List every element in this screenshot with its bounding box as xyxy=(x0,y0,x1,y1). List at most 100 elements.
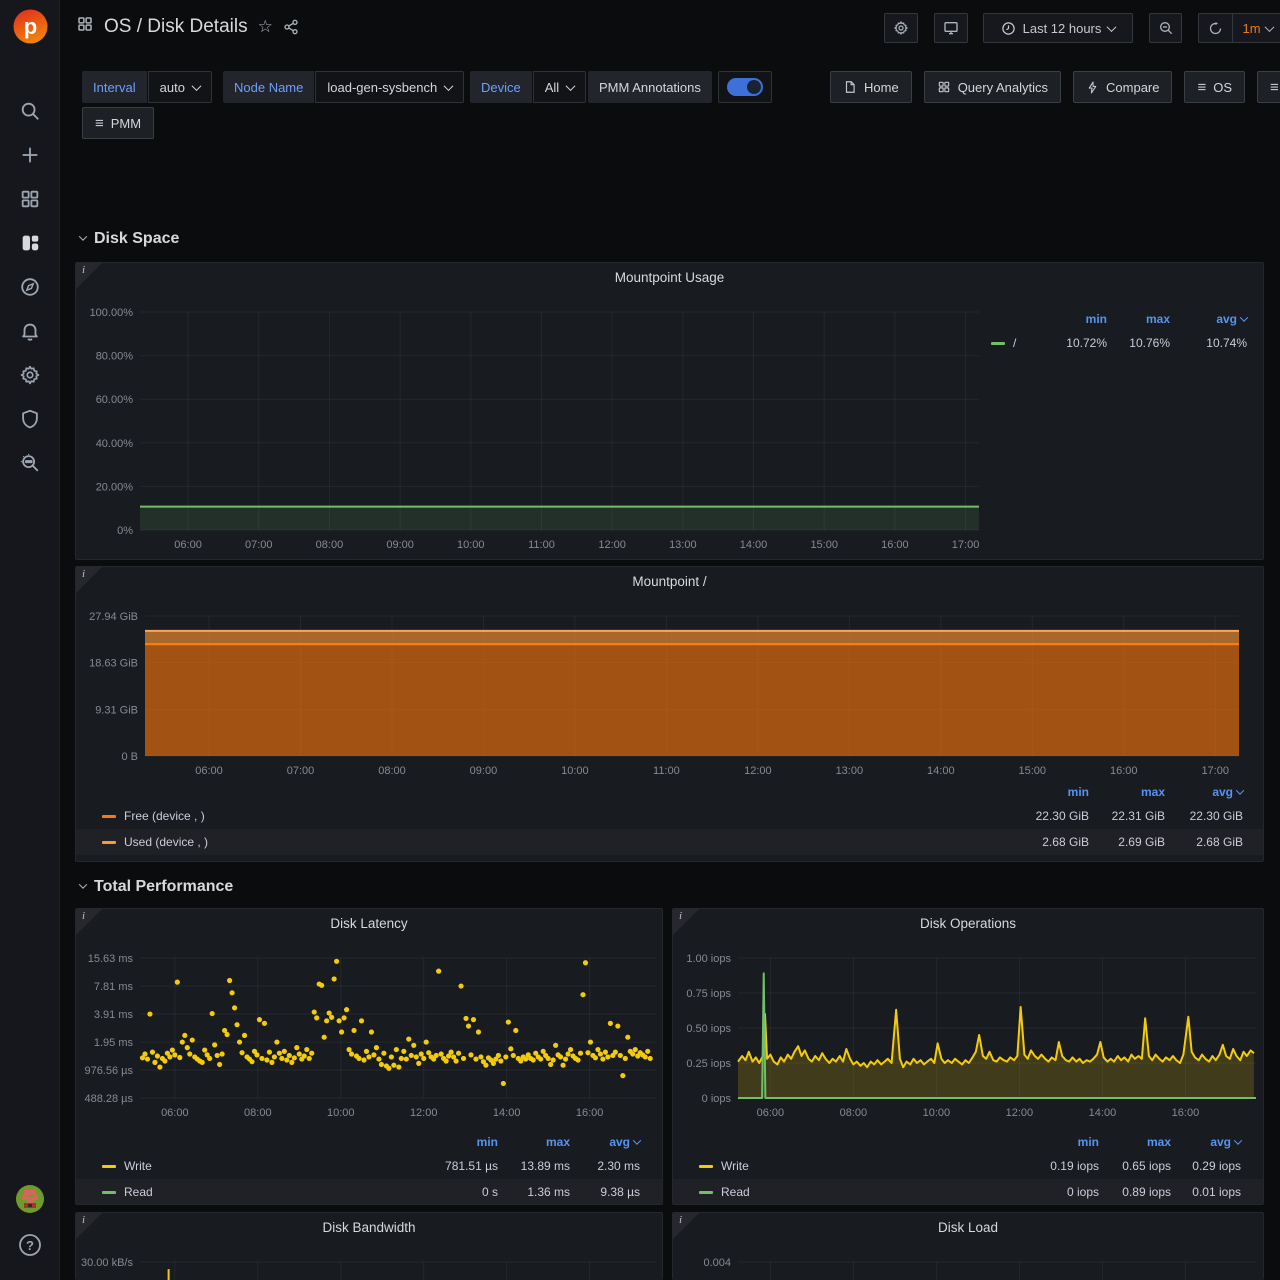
link-home[interactable]: Home xyxy=(830,71,912,103)
search-icon[interactable] xyxy=(19,100,41,122)
svg-text:14:00: 14:00 xyxy=(1089,1107,1117,1119)
page-title[interactable]: OS / Disk Details xyxy=(104,16,248,38)
percona-logo[interactable]: p xyxy=(12,8,49,45)
panel-disk-operations: i Disk Operations 1.00 iops0.75 iops0.50… xyxy=(672,908,1264,1205)
avatar[interactable] xyxy=(15,1184,45,1214)
star-icon[interactable]: ☆ xyxy=(258,18,273,35)
device-filter: Device All xyxy=(470,71,586,103)
time-range-picker[interactable]: Last 12 hours xyxy=(983,13,1133,43)
svg-text:40.00%: 40.00% xyxy=(96,438,134,450)
new-plus-icon[interactable] xyxy=(19,144,41,166)
chart-canvas[interactable]: 100.00%80.00%60.00%40.00%20.00%0%06:0007… xyxy=(76,263,996,560)
svg-text:488.28 µs: 488.28 µs xyxy=(84,1093,133,1105)
link-home-label: Home xyxy=(864,80,899,95)
svg-text:20.00%: 20.00% xyxy=(96,481,134,493)
svg-text:1.00 iops: 1.00 iops xyxy=(686,953,731,965)
legend-series[interactable]: Used (device , ) xyxy=(102,835,999,849)
query-analytics-icon[interactable] xyxy=(19,452,41,474)
legend-col-min[interactable]: min xyxy=(1021,1135,1099,1149)
alerting-bell-icon[interactable] xyxy=(19,320,41,342)
legend-row: Read 0 s 1.36 ms 9.38 µs xyxy=(76,1179,662,1205)
section-label: Disk Space xyxy=(94,230,179,248)
device-value: All xyxy=(545,80,559,95)
svg-text:12:00: 12:00 xyxy=(1006,1107,1034,1119)
legend-col-avg[interactable]: avg xyxy=(1170,312,1247,326)
menu-icon: ≡ xyxy=(1270,80,1279,95)
interval-select[interactable]: auto xyxy=(148,71,212,103)
legend-col-min[interactable]: min xyxy=(999,785,1089,799)
panel-mountpoint-usage: i Mountpoint Usage 100.00%80.00%60.00%40… xyxy=(75,262,1264,560)
legend-row: Free (device , ) 22.30 GiB 22.31 GiB 22.… xyxy=(76,803,1263,829)
legend-col-avg[interactable]: avg xyxy=(570,1135,640,1149)
pmm-annotations-toggle[interactable] xyxy=(718,71,772,103)
dashboards-grid-icon[interactable] xyxy=(19,188,41,210)
legend-col-max[interactable]: max xyxy=(1099,1135,1171,1149)
svg-text:3.91 ms: 3.91 ms xyxy=(94,1009,134,1021)
legend-series[interactable]: Read xyxy=(102,1185,420,1199)
legend-col-max[interactable]: max xyxy=(1089,785,1165,799)
interval-value: auto xyxy=(160,80,185,95)
svg-text:06:00: 06:00 xyxy=(174,539,202,551)
legend-row: Write 0.19 iops 0.65 iops 0.29 iops xyxy=(673,1153,1263,1179)
link-os[interactable]: ≡ OS xyxy=(1184,71,1245,103)
zoom-out-button[interactable] xyxy=(1149,13,1182,43)
sort-chevron-icon xyxy=(1240,313,1248,321)
node-name-label: Node Name xyxy=(223,71,314,103)
page-header: OS / Disk Details ☆ xyxy=(76,15,299,38)
legend-series[interactable]: Write xyxy=(699,1159,1021,1173)
legend-series[interactable]: Free (device , ) xyxy=(102,809,999,823)
chevron-down-icon xyxy=(79,232,87,240)
configuration-gear-icon[interactable] xyxy=(19,364,41,386)
panel-mountpoint-root: i Mountpoint / 27.94 GiB18.63 GiB9.31 Gi… xyxy=(75,566,1264,862)
panel-disk-bandwidth: i Disk Bandwidth 30.00 kB/s xyxy=(75,1212,663,1280)
cycle-view-mode-button[interactable] xyxy=(934,13,968,43)
svg-text:0.75 iops: 0.75 iops xyxy=(686,988,731,1000)
chart-canvas[interactable]: 0.004 xyxy=(673,1213,1264,1280)
device-select[interactable]: All xyxy=(533,71,586,103)
section-disk-space[interactable]: Disk Space xyxy=(80,230,179,248)
pmm-link-row: ≡ PMM xyxy=(82,107,154,139)
refresh-button[interactable] xyxy=(1199,14,1233,42)
section-total-performance[interactable]: Total Performance xyxy=(80,878,233,896)
legend-series[interactable]: Write xyxy=(102,1159,420,1173)
explore-compass-icon[interactable] xyxy=(19,276,41,298)
chart-canvas[interactable]: 1.00 iops0.75 iops0.50 iops0.25 iops0 io… xyxy=(673,909,1264,1124)
chart-canvas[interactable]: 30.00 kB/s xyxy=(76,1213,663,1280)
server-admin-shield-icon[interactable] xyxy=(19,408,41,430)
legend-col-avg[interactable]: avg xyxy=(1165,785,1243,799)
panel-legend: min max avg / 10.72% 10.76% 10.74% xyxy=(991,307,1247,355)
chart-canvas[interactable]: 15.63 ms7.81 ms3.91 ms1.95 ms976.56 µs48… xyxy=(76,909,663,1124)
share-icon[interactable] xyxy=(283,19,299,35)
svg-text:17:00: 17:00 xyxy=(1201,765,1229,777)
legend-series[interactable]: / xyxy=(991,336,1035,350)
legend-col-max[interactable]: max xyxy=(498,1135,570,1149)
legend-col-min[interactable]: min xyxy=(1035,312,1107,326)
grid-icon xyxy=(937,80,951,94)
interval-filter: Interval auto xyxy=(82,71,212,103)
svg-text:08:00: 08:00 xyxy=(316,539,344,551)
section-label: Total Performance xyxy=(94,878,233,896)
refresh-interval-dropdown[interactable]: 1m xyxy=(1233,14,1280,42)
link-pmm[interactable]: ≡ PMM xyxy=(82,107,154,139)
legend-col-min[interactable]: min xyxy=(420,1135,498,1149)
chart-canvas[interactable]: 27.94 GiB18.63 GiB9.31 GiB0 B06:0007:000… xyxy=(76,567,1264,782)
pmm-dashboards-icon[interactable] xyxy=(19,232,41,254)
chevron-down-icon xyxy=(1107,22,1117,32)
svg-text:0 iops: 0 iops xyxy=(702,1093,732,1105)
legend-series[interactable]: Read xyxy=(699,1185,1021,1199)
dashboard-settings-button[interactable] xyxy=(884,13,918,43)
svg-text:08:00: 08:00 xyxy=(840,1107,868,1119)
dashboard-links: Home Query Analytics Compare ≡ OS ≡ Serv… xyxy=(830,71,1280,103)
link-compare[interactable]: Compare xyxy=(1073,71,1172,103)
legend-row: Write 781.51 µs 13.89 ms 2.30 ms xyxy=(76,1153,662,1179)
dashboards-breadcrumb-icon[interactable] xyxy=(76,15,94,38)
node-name-select[interactable]: load-gen-sysbench xyxy=(315,71,464,103)
chevron-down-icon xyxy=(79,880,87,888)
link-query-analytics[interactable]: Query Analytics xyxy=(924,71,1061,103)
svg-text:11:00: 11:00 xyxy=(653,765,680,777)
legend-col-avg[interactable]: avg xyxy=(1171,1135,1241,1149)
link-services[interactable]: ≡ Services xyxy=(1257,71,1280,103)
legend-col-max[interactable]: max xyxy=(1107,312,1170,326)
node-name-value: load-gen-sysbench xyxy=(327,80,437,95)
help-icon[interactable]: ? xyxy=(17,1232,43,1258)
